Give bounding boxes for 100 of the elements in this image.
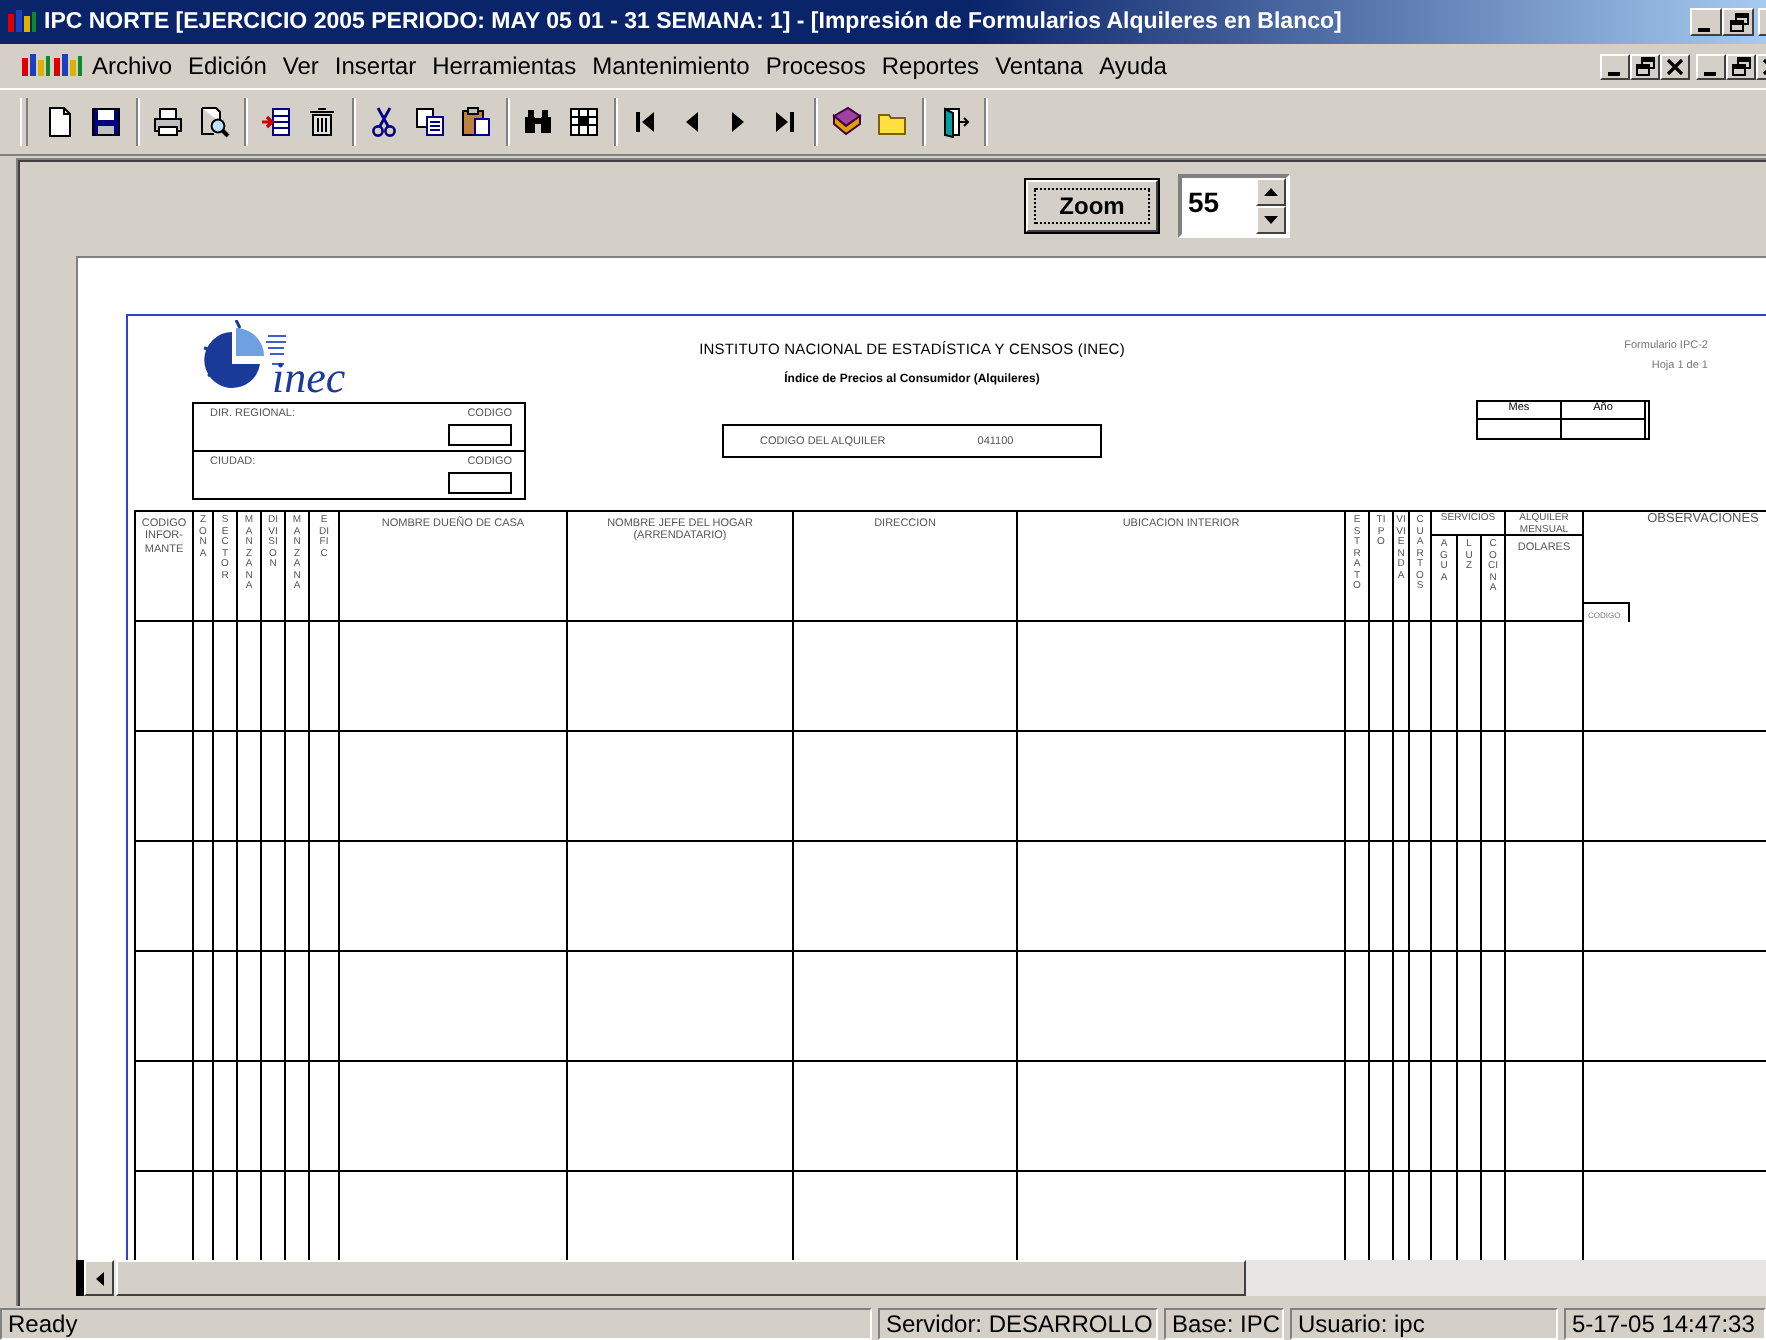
- zoom-button[interactable]: Zoom: [1026, 180, 1158, 232]
- table-cell: [194, 1062, 214, 1172]
- app-icon: [6, 8, 38, 36]
- table-cell: [1370, 842, 1394, 952]
- table-cell: [310, 842, 340, 952]
- minimize-button[interactable]: [1690, 8, 1722, 36]
- table-cell: [194, 732, 214, 842]
- close-icon: [1664, 55, 1686, 77]
- table-cell: [1346, 732, 1370, 842]
- table-cell: [286, 952, 310, 1062]
- table-cell: [1506, 1062, 1584, 1172]
- table-cell: [238, 842, 262, 952]
- table-cell: [310, 732, 340, 842]
- code-field[interactable]: [448, 472, 512, 494]
- table-cell: [1506, 842, 1584, 952]
- restore-icon: [1727, 11, 1749, 33]
- status-text: Usuario: ipc: [1290, 1308, 1558, 1340]
- table-cell: [286, 842, 310, 952]
- table-cell: [214, 952, 238, 1062]
- restore-button[interactable]: [1726, 53, 1756, 79]
- document-icon: [52, 52, 84, 80]
- status-text: Ready: [0, 1308, 872, 1340]
- table-cell: [214, 732, 238, 842]
- table-cell: [1482, 732, 1506, 842]
- table-cell: [214, 842, 238, 952]
- status-text: 5-17-05 14:47:33: [1564, 1308, 1766, 1340]
- scissors-icon[interactable]: [368, 106, 400, 138]
- copy-icon[interactable]: [414, 106, 446, 138]
- app-icon: [20, 52, 52, 80]
- insert-row-icon[interactable]: [260, 106, 292, 138]
- menu-item[interactable]: Ayuda: [1091, 52, 1175, 80]
- table-cell: [1482, 1062, 1506, 1172]
- menu-item[interactable]: Ventana: [987, 52, 1092, 80]
- menu-item[interactable]: Insertar: [326, 52, 425, 80]
- table-cell: [214, 1062, 238, 1172]
- table-cell: [1432, 732, 1458, 842]
- table-cell: [1432, 1062, 1458, 1172]
- logo-text: inec: [272, 356, 346, 400]
- restore-icon: [1634, 55, 1656, 77]
- minimize-button[interactable]: [1600, 53, 1630, 79]
- minimize-icon: [1703, 71, 1715, 75]
- page-icon[interactable]: [44, 106, 76, 138]
- print-preview-icon[interactable]: [198, 106, 230, 138]
- table-cell: [310, 952, 340, 1062]
- table-cell: [1346, 952, 1370, 1062]
- window-title: IPC NORTE [EJERCICIO 2005 PERIODO: MAY 05 01 - 31 SEMANA: 1] - [Impresión de Formularios Alquileres en Blanco]: [44, 10, 1344, 34]
- status-text: Base: IPC: [1164, 1308, 1284, 1340]
- clipboard-icon[interactable]: [460, 106, 492, 138]
- trash-icon[interactable]: [306, 106, 338, 138]
- table-cell: [1458, 952, 1482, 1062]
- grid-icon[interactable]: [568, 106, 600, 138]
- binoculars-icon[interactable]: [522, 106, 554, 138]
- spin-up-button[interactable]: [1256, 178, 1286, 206]
- status-text: Servidor: DESARROLLO: [878, 1308, 1158, 1340]
- restore-button[interactable]: [1722, 8, 1754, 36]
- table-cell: [1370, 952, 1394, 1062]
- minimize-button[interactable]: [1696, 53, 1726, 79]
- zoom-spinner[interactable]: 55: [1178, 174, 1290, 238]
- restore-icon: [1730, 55, 1752, 77]
- table-cell: [262, 732, 286, 842]
- table-cell: [262, 1062, 286, 1172]
- scroll-left-button[interactable]: [84, 1260, 114, 1296]
- table-cell: [1482, 842, 1506, 952]
- menu-item[interactable]: Procesos: [757, 52, 874, 80]
- table-cell: [1506, 732, 1584, 842]
- table-cell: [1410, 842, 1432, 952]
- table-cell: [1432, 842, 1458, 952]
- table-cell: [1506, 952, 1584, 1062]
- table-cell: [1432, 952, 1458, 1062]
- table-cell: [1410, 952, 1432, 1062]
- table-cell: [1410, 1062, 1432, 1172]
- table-cell: [1370, 732, 1394, 842]
- table-cell: [194, 842, 214, 952]
- table-cell: [194, 952, 214, 1062]
- table-cell: [1458, 842, 1482, 952]
- triangle-down-icon: [1264, 216, 1278, 224]
- table-cell: [1346, 842, 1370, 952]
- table-cell: [262, 842, 286, 952]
- table-cell: [310, 1062, 340, 1172]
- table-cell: [1458, 1062, 1482, 1172]
- menu-item[interactable]: Mantenimiento: [584, 52, 758, 80]
- table-cell: [238, 1062, 262, 1172]
- menu-item[interactable]: Edición: [180, 52, 275, 80]
- table-cell: [1410, 732, 1432, 842]
- door-icon[interactable]: [938, 106, 970, 138]
- close-button[interactable]: [1660, 53, 1690, 79]
- table-cell: [1370, 1062, 1394, 1172]
- table-cell: [262, 952, 286, 1062]
- menu-item[interactable]: Reportes: [873, 52, 988, 80]
- printer-icon[interactable]: [152, 106, 184, 138]
- table-cell: [238, 952, 262, 1062]
- code-field[interactable]: [448, 424, 512, 446]
- restore-button[interactable]: [1630, 53, 1660, 79]
- minimize-icon: [1607, 71, 1619, 75]
- scrollbar-thumb[interactable]: [116, 1260, 1246, 1296]
- menu-item[interactable]: Archivo: [84, 52, 181, 80]
- menu-item[interactable]: Herramientas: [424, 52, 585, 80]
- spin-down-button[interactable]: [1256, 206, 1286, 234]
- minimize-icon: [1698, 27, 1710, 31]
- menu-item[interactable]: Ver: [274, 52, 327, 80]
